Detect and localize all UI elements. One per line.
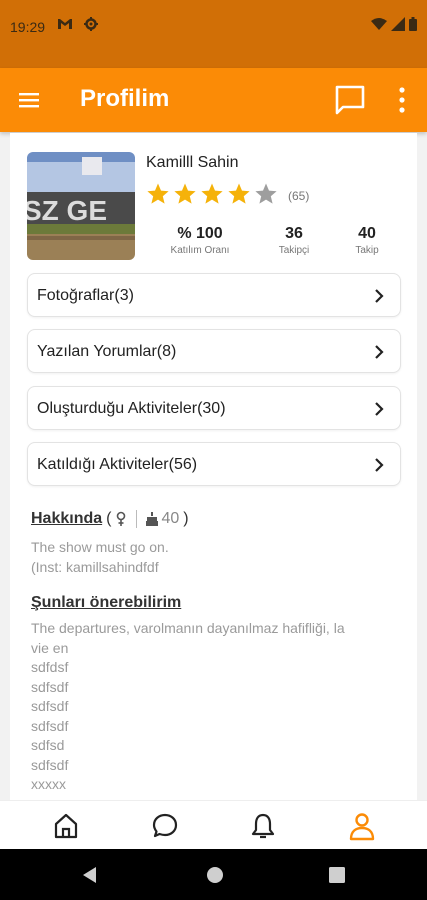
- status-time: 19:29: [10, 19, 46, 35]
- about-age: 40: [161, 510, 180, 527]
- stat-value: 40: [358, 225, 376, 242]
- back-icon[interactable]: [80, 865, 100, 885]
- menu-icon[interactable]: [16, 87, 42, 113]
- app-bar: Profilim: [0, 68, 427, 132]
- profile-icon[interactable]: [348, 811, 376, 841]
- stat-label: Takipçi: [278, 245, 310, 256]
- recommend-line: sdfsdf: [31, 717, 69, 734]
- gmail-icon: [58, 19, 72, 29]
- about-text: The show must go on. (Inst: kamillsahind…: [31, 538, 391, 577]
- menu-item-photos[interactable]: Fotoğraflar(3): [27, 273, 401, 317]
- star-filled-icon: [174, 183, 196, 204]
- rating-stars: [146, 182, 278, 206]
- recommend-line: vie en: [31, 639, 69, 656]
- recents-icon[interactable]: [328, 866, 346, 884]
- chevron-right-icon: [375, 289, 384, 303]
- recommend-text: The departures, varolmanın dayanılmaz ha…: [31, 619, 391, 795]
- stat-label: Takip: [355, 245, 379, 256]
- chevron-right-icon: [375, 402, 384, 416]
- about-title: Hakkında: [31, 510, 103, 527]
- recommend-line: sdfsd: [31, 737, 65, 753]
- menu-item-created-activities[interactable]: Oluşturduğu Aktiviteler(30): [27, 386, 401, 430]
- menu-item-joined-activities[interactable]: Katıldığı Aktiviteler(56): [27, 442, 401, 486]
- menu-item-label: Oluşturduğu Aktiviteler(30): [37, 400, 226, 417]
- about-line: (Inst: kamillsahindfdf: [31, 558, 159, 575]
- stat-value: 36: [285, 225, 303, 242]
- menu-item-label: Katıldığı Aktiviteler(56): [37, 456, 198, 473]
- star-empty-icon: [255, 183, 277, 204]
- profile-card: SZ GE Kamilll Sahin (65) % 100 Katılım O…: [10, 133, 417, 800]
- recommend-line: xxxxx: [31, 776, 66, 792]
- user-name: Kamilll Sahin: [146, 154, 239, 171]
- chevron-right-icon: [375, 458, 384, 472]
- home-circle-icon[interactable]: [205, 865, 225, 885]
- recommend-line: sdfsdf: [31, 678, 69, 695]
- recommend-line: sdfsdf: [31, 756, 69, 773]
- settings-gear-icon: [84, 17, 98, 31]
- page-title: Profilim: [80, 85, 170, 112]
- home-icon[interactable]: [52, 811, 80, 841]
- recommend-title: Şunları önerebilirim: [31, 594, 182, 611]
- rating-count: (65): [288, 189, 310, 203]
- about-header: Hakkında ( 40 ): [31, 510, 189, 528]
- menu-item-label: Yazılan Yorumlar(8): [37, 343, 177, 360]
- recommend-line: The departures, varolmanın dayanılmaz ha…: [31, 620, 345, 636]
- about-line: The show must go on.: [31, 539, 169, 555]
- chevron-right-icon: [375, 345, 384, 359]
- cake-icon: [146, 512, 159, 526]
- about-open-paren: (: [106, 510, 112, 527]
- stat-value: % 100: [177, 225, 223, 242]
- about-close-paren: ): [183, 510, 189, 527]
- star-filled-icon: [201, 183, 223, 204]
- status-bar: 19:29: [0, 0, 427, 68]
- recommend-line: sdfsdf: [31, 698, 69, 714]
- chat-bubble-icon[interactable]: [151, 811, 179, 841]
- more-vertical-icon[interactable]: [392, 84, 412, 116]
- star-filled-icon: [147, 183, 169, 204]
- star-filled-icon: [228, 183, 250, 204]
- female-icon: [117, 511, 126, 526]
- chat-icon[interactable]: [333, 83, 367, 117]
- wifi-icon: [371, 18, 387, 30]
- menu-item-label: Fotoğraflar(3): [37, 287, 134, 304]
- signal-icon: [391, 17, 405, 31]
- bell-icon[interactable]: [249, 811, 277, 841]
- stat-label: Katılım Oranı: [170, 245, 230, 256]
- recommend-line: sdfdsf: [31, 659, 69, 675]
- stat-followers[interactable]: 36 Takipçi: [266, 225, 322, 256]
- avatar[interactable]: SZ GE: [27, 152, 135, 260]
- divider: [136, 510, 138, 528]
- menu-item-comments[interactable]: Yazılan Yorumlar(8): [27, 329, 401, 373]
- battery-icon: [409, 17, 417, 31]
- stat-following[interactable]: 40 Takip: [342, 225, 392, 256]
- svg-text:SZ GE: SZ GE: [27, 195, 107, 226]
- stat-participation: % 100 Katılım Oranı: [160, 225, 240, 256]
- bottom-nav: [0, 800, 427, 849]
- system-nav-bar: [0, 849, 427, 900]
